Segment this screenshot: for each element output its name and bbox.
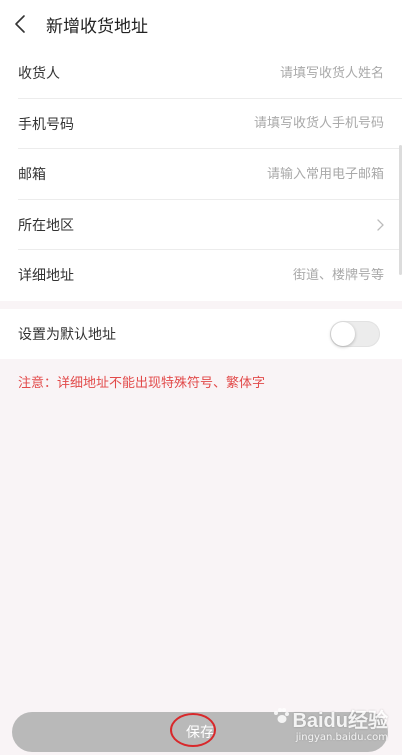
page-title: 新增收货地址 (46, 16, 148, 37)
save-button-label: 保存 (170, 713, 224, 747)
email-row[interactable]: 邮箱 (0, 149, 402, 200)
email-label: 邮箱 (18, 167, 46, 184)
detail-address-row[interactable]: 详细地址 (0, 250, 402, 301)
default-address-row: 设置为默认地址 (0, 309, 402, 359)
chevron-right-icon (377, 219, 384, 231)
email-input[interactable] (164, 166, 384, 182)
notice-text: 注意：详细地址不能出现特殊符号、繁体字 (18, 376, 266, 391)
detail-address-label: 详细地址 (18, 268, 74, 285)
phone-input[interactable] (164, 116, 384, 132)
region-row[interactable]: 所在地区 (0, 200, 402, 251)
default-address-label: 设置为默认地址 (18, 327, 116, 343)
address-form: 收货人 手机号码 邮箱 所在地区 详细地址 (0, 48, 402, 301)
phone-row[interactable]: 手机号码 (0, 99, 402, 150)
watermark-site: jingyan.baidu.com (295, 732, 388, 743)
highlight-ring (170, 713, 216, 747)
default-address-toggle[interactable] (330, 321, 380, 347)
recipient-input[interactable] (164, 65, 384, 81)
paw-icon (272, 707, 290, 731)
watermark-logo: Baidu经验 (272, 704, 388, 733)
phone-label: 手机号码 (18, 116, 74, 133)
region-label: 所在地区 (18, 217, 74, 234)
recipient-row[interactable]: 收货人 (0, 48, 402, 99)
detail-address-input[interactable] (164, 267, 384, 283)
baidu-watermark: Baidu经验 jingyan.baidu.com (272, 704, 388, 743)
toggle-knob (331, 322, 355, 346)
recipient-label: 收货人 (18, 66, 60, 83)
top-bar: 新增收货地址 (0, 0, 402, 48)
chevron-left-icon (14, 14, 26, 34)
back-button[interactable] (0, 0, 40, 48)
